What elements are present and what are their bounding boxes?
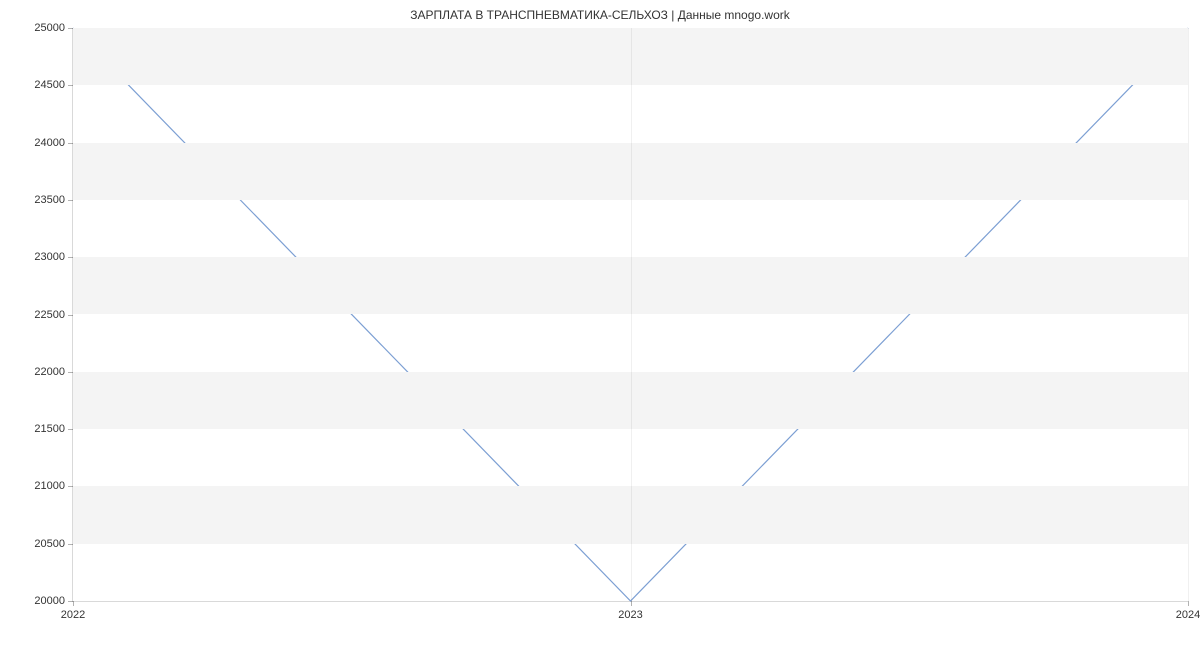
x-grid-line <box>631 28 632 601</box>
y-tick-label: 20500 <box>34 538 65 550</box>
y-tick-mark <box>68 372 73 373</box>
y-tick-label: 24500 <box>34 79 65 91</box>
chart-container: ЗАРПЛАТА В ТРАНСПНЕВМАТИКА-СЕЛЬХОЗ | Дан… <box>0 0 1200 650</box>
x-tick-mark <box>1188 601 1189 606</box>
y-tick-mark <box>68 544 73 545</box>
y-tick-mark <box>68 28 73 29</box>
y-tick-mark <box>68 143 73 144</box>
plot-area: 2000020500210002150022000225002300023500… <box>72 28 1188 602</box>
y-tick-label: 21500 <box>34 423 65 435</box>
y-tick-mark <box>68 257 73 258</box>
y-tick-label: 25000 <box>34 22 65 34</box>
y-tick-label: 22000 <box>34 366 65 378</box>
x-tick-label: 2023 <box>618 609 642 621</box>
x-tick-mark <box>631 601 632 606</box>
y-tick-label: 23500 <box>34 194 65 206</box>
y-tick-label: 24000 <box>34 137 65 149</box>
y-tick-label: 22500 <box>34 309 65 321</box>
y-tick-mark <box>68 486 73 487</box>
y-tick-mark <box>68 85 73 86</box>
chart-title: ЗАРПЛАТА В ТРАНСПНЕВМАТИКА-СЕЛЬХОЗ | Дан… <box>0 0 1200 22</box>
y-tick-label: 20000 <box>34 595 65 607</box>
x-tick-label: 2022 <box>61 609 85 621</box>
x-tick-mark <box>73 601 74 606</box>
y-tick-label: 23000 <box>34 251 65 263</box>
y-tick-mark <box>68 315 73 316</box>
x-tick-label: 2024 <box>1176 609 1200 621</box>
x-grid-line <box>1188 28 1189 601</box>
y-tick-mark <box>68 429 73 430</box>
y-tick-mark <box>68 200 73 201</box>
y-tick-label: 21000 <box>34 480 65 492</box>
